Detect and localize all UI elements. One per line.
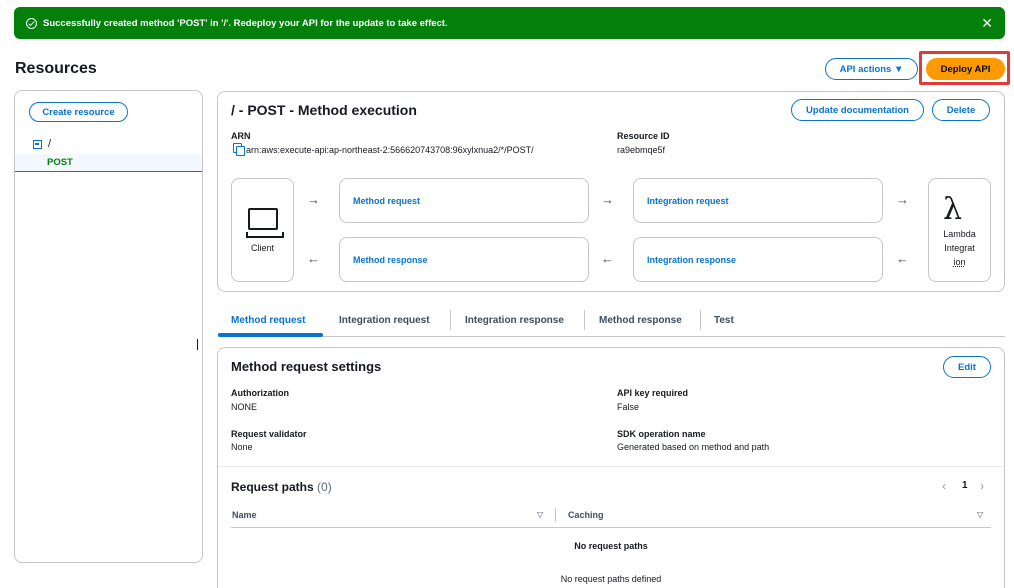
tab-separator — [700, 310, 701, 330]
tab-integration-response[interactable]: Integration response — [465, 315, 564, 326]
deploy-highlight-box — [919, 51, 1010, 85]
sdk-operation-label: SDK operation name — [617, 429, 706, 439]
request-paths-count: (0) — [317, 480, 332, 494]
flash-message: Successfully created method 'POST' in '/… — [43, 17, 448, 29]
api-key-label: API key required — [617, 388, 689, 398]
integration-response-link[interactable]: Integration response — [647, 255, 736, 265]
page-number[interactable]: 1 — [962, 480, 968, 491]
resource-id-value: ra9ebmqe5f — [617, 145, 666, 155]
api-key-value: False — [617, 402, 640, 412]
resource-id-label: Resource ID — [617, 131, 670, 141]
lambda-icon: λ — [943, 192, 963, 227]
page-title: Resources — [15, 60, 97, 77]
request-paths-title: Request paths (0) — [231, 480, 332, 494]
authorization-value: NONE — [231, 402, 258, 412]
table-header-divider — [231, 527, 991, 528]
column-header-name[interactable]: Name — [232, 510, 257, 520]
tab-test[interactable]: Test — [714, 315, 734, 326]
request-paths-label: Request paths — [231, 480, 314, 494]
delete-button[interactable]: Delete — [932, 99, 990, 121]
authorization-label: Authorization — [231, 388, 289, 398]
method-response-link[interactable]: Method response — [353, 255, 428, 265]
lambda-label-line3[interactable]: ion — [928, 257, 991, 267]
update-documentation-button[interactable]: Update documentation — [791, 99, 924, 121]
arrow-left-icon: ← — [307, 251, 320, 266]
arrow-left-icon: ← — [896, 251, 909, 266]
sort-icon[interactable]: ▽ — [537, 510, 543, 519]
tab-method-response[interactable]: Method response — [599, 315, 682, 326]
panel-resize-handle[interactable] — [197, 339, 200, 350]
client-label: Client — [250, 243, 274, 253]
settings-title: Method request settings — [231, 359, 382, 374]
prev-page-icon[interactable]: ‹ — [942, 479, 946, 493]
method-request-link[interactable]: Method request — [353, 196, 420, 206]
section-divider — [218, 466, 1004, 467]
collapse-tree-icon[interactable] — [33, 139, 42, 149]
sort-icon[interactable]: ▽ — [977, 510, 983, 519]
empty-state-description: No request paths defined — [560, 574, 662, 584]
active-tab-indicator — [218, 333, 323, 337]
success-flash-banner: Successfully created method 'POST' in '/… — [14, 7, 1005, 39]
validator-label: Request validator — [231, 429, 307, 439]
tab-method-request[interactable]: Method request — [231, 315, 305, 326]
create-resource-button[interactable]: Create resource — [29, 102, 128, 122]
client-card — [231, 178, 294, 282]
arn-value: arn:aws:execute-api:ap-northeast-2:56662… — [246, 145, 534, 155]
api-actions-button[interactable]: API actions ▼ — [825, 58, 918, 80]
close-icon[interactable]: ✕ — [981, 15, 993, 32]
client-monitor-icon — [246, 208, 284, 238]
tree-item-post[interactable]: POST — [15, 154, 202, 172]
column-separator[interactable] — [555, 508, 556, 522]
tab-separator — [450, 310, 451, 330]
arrow-left-icon: ← — [601, 251, 614, 266]
method-execution-title: / - POST - Method execution — [231, 102, 417, 118]
copy-icon[interactable] — [233, 143, 245, 156]
arrow-right-icon: → — [896, 192, 909, 207]
lambda-label-line2: Integrat — [944, 243, 975, 253]
next-page-icon[interactable]: › — [980, 479, 984, 493]
validator-value: None — [231, 442, 253, 452]
integration-request-link[interactable]: Integration request — [647, 196, 729, 206]
tree-root-label: / — [48, 138, 52, 150]
tab-integration-request[interactable]: Integration request — [339, 315, 430, 326]
arrow-right-icon: → — [601, 192, 614, 207]
edit-button[interactable]: Edit — [943, 356, 991, 378]
success-check-icon — [26, 17, 37, 29]
arn-label: ARN — [231, 131, 251, 141]
method-request-settings-panel — [217, 347, 1005, 588]
lambda-label-line1: Lambda — [943, 229, 976, 239]
empty-state-title: No request paths — [574, 541, 648, 551]
arrow-right-icon: → — [307, 192, 320, 207]
tree-root-item[interactable]: / — [33, 138, 51, 150]
tab-separator — [584, 310, 585, 330]
sdk-operation-value: Generated based on method and path — [617, 442, 770, 452]
column-header-caching[interactable]: Caching — [568, 510, 604, 520]
